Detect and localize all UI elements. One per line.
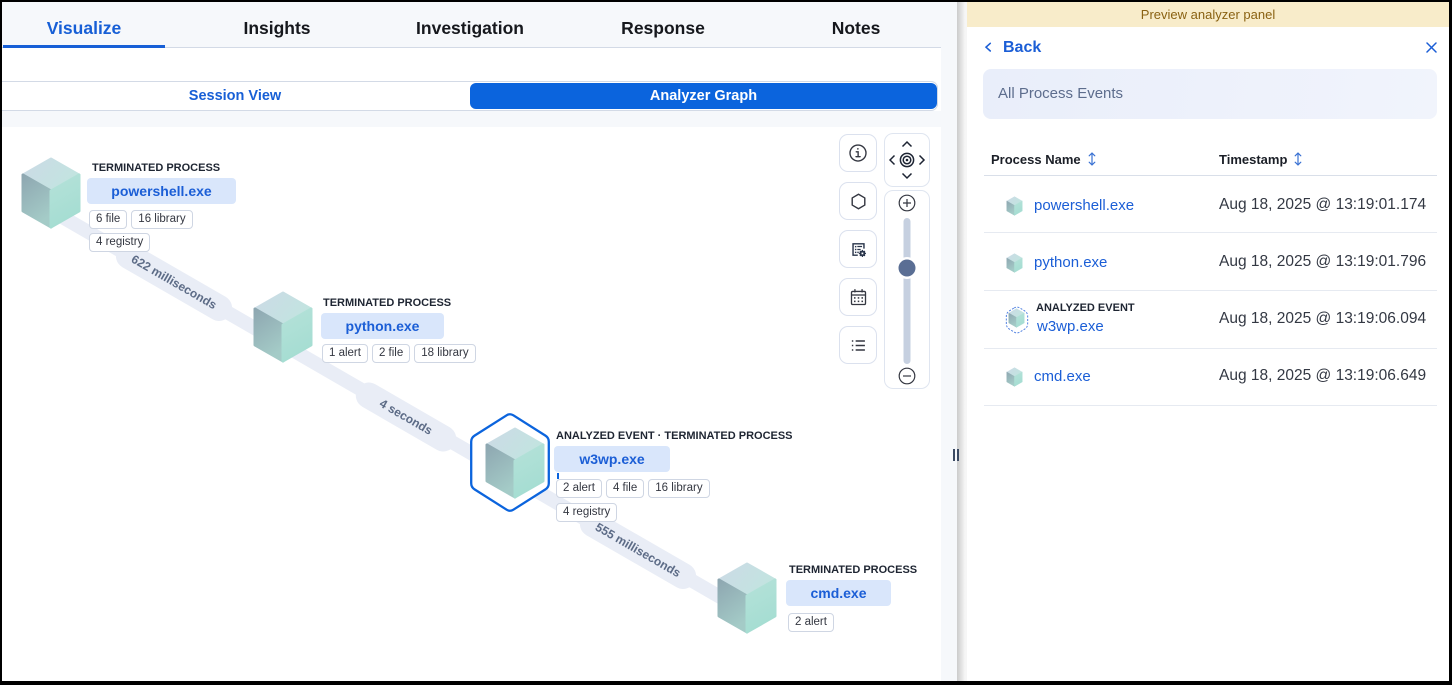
svg-text:555 milliseconds: 555 milliseconds <box>593 520 683 580</box>
svg-text:622 milliseconds: 622 milliseconds <box>129 252 219 312</box>
